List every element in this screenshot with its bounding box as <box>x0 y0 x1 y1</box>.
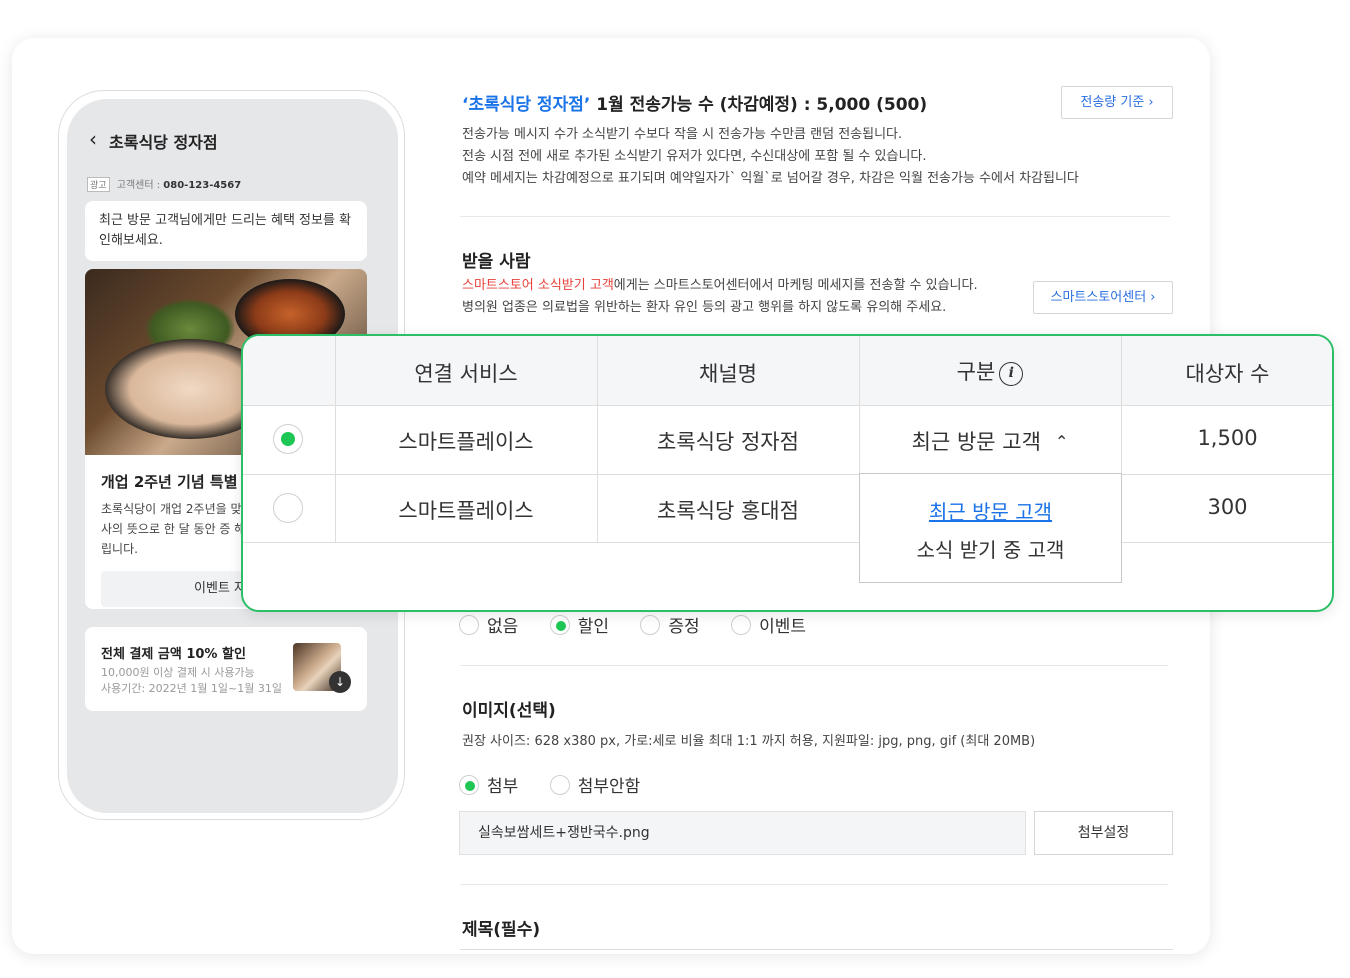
message-bubble: 최근 방문 고객님에게만 드리는 혜택 정보를 확인해보세요. <box>85 201 367 261</box>
benefit-option-gift[interactable]: 증정 <box>640 612 700 637</box>
recipients-description: 스마트스토어 소식받기 고객에게는 스마트스토어센터에서 마케팅 메세지를 전송… <box>462 275 978 319</box>
row-divider <box>243 542 1332 543</box>
header-service: 연결 서비스 <box>414 362 518 386</box>
chevron-up-icon: ⌃ <box>1054 432 1069 451</box>
type-dropdown: 최근 방문 고객 소식 받기 중 고객 <box>859 473 1122 583</box>
phone-header: ‹ 초록식당 정자점 <box>67 99 398 169</box>
radio-discount[interactable] <box>549 614 570 635</box>
info-icon[interactable]: i <box>999 362 1024 386</box>
store-name: ‘초록식당 정자점’ <box>462 95 591 115</box>
send-desc-2: 전송 시점 전에 새로 추가된 소식받기 유저가 있다면, 수신대상에 포함 될… <box>462 149 927 164</box>
smartstore-center-button[interactable]: 스마트스토어센터 › <box>1033 281 1173 314</box>
recipients-desc-1: 에게는 스마트스토어센터에서 마케팅 메세지를 전송할 수 있습니다. <box>613 278 978 293</box>
attach-option-yes[interactable]: 첨부 <box>459 772 518 797</box>
ad-phone: 080-123-4567 <box>163 180 242 191</box>
attach-option-no[interactable]: 첨부안함 <box>549 772 640 797</box>
send-desc-1: 전송가능 메시지 수가 소식받기 수보다 작을 시 전송가능 수만큼 랜덤 전송… <box>462 127 903 142</box>
type-select[interactable]: 최근 방문 고객 ⌃ <box>859 426 1121 456</box>
dropdown-option-recent[interactable]: 최근 방문 고객 <box>860 496 1121 525</box>
row-1-count: 1,500 <box>1197 426 1258 450</box>
row-divider <box>243 474 1332 475</box>
header-type-label: 구분 <box>956 360 996 384</box>
send-description: 전송가능 메시지 수가 소식받기 수보다 작을 시 전송가능 수만큼 랜덤 전송… <box>462 124 1079 190</box>
radio-event[interactable] <box>731 614 752 635</box>
attach-options: 첨부 첨부안함 <box>459 772 666 797</box>
coupon-title: 전체 결제 금액 10% 할인 <box>101 647 246 662</box>
divider <box>460 665 1168 666</box>
download-icon[interactable]: ↓ <box>329 671 351 693</box>
image-title: 이미지(선택) <box>462 701 556 721</box>
row-2-radio[interactable] <box>273 493 303 523</box>
divider <box>460 216 1170 217</box>
coupon-text: 10,000원 이상 결제 시 사용가능 사용기간: 2022년 1월 1일~1… <box>101 665 282 697</box>
radio-no-attach[interactable] <box>549 774 570 795</box>
row-2-service: 스마트플레이스 <box>398 499 534 523</box>
coupon-line-1: 10,000원 이상 결제 시 사용가능 <box>101 666 255 679</box>
coupon-card: 전체 결제 금액 10% 할인 10,000원 이상 결제 시 사용가능 사용기… <box>85 627 367 711</box>
phone-title: 초록식당 정자점 <box>109 133 218 152</box>
file-name-field[interactable]: 실속보쌈세트+쟁반국수.png <box>459 811 1026 855</box>
coupon-line-2: 사용기간: 2022년 1월 1일~1월 31일 <box>101 682 282 695</box>
header-channel: 채널명 <box>699 362 757 386</box>
radio-gift[interactable] <box>640 614 661 635</box>
image-description: 권장 사이즈: 628 x380 px, 가로:세로 비율 최대 1:1 까지 … <box>462 734 1036 749</box>
back-icon[interactable]: ‹ <box>89 127 97 151</box>
type-select-value: 최근 방문 고객 <box>911 430 1041 454</box>
benefit-option-none[interactable]: 없음 <box>459 612 518 637</box>
recipients-desc-2: 병의원 업종은 의료법을 위반하는 환자 유인 등의 광고 행위를 하지 않도록… <box>462 300 947 315</box>
header-type: 구분 i <box>859 356 1121 386</box>
attach-settings-button[interactable]: 첨부설정 <box>1034 811 1173 855</box>
recipient-table-popup: 연결 서비스 채널명 구분 i 대상자 수 스마트플레이스 초록식당 정자점 최근… <box>241 334 1334 612</box>
dropdown-option-subscribers[interactable]: 소식 받기 중 고객 <box>860 534 1121 563</box>
row-2-count: 300 <box>1207 495 1248 519</box>
row-1-radio[interactable] <box>273 424 303 454</box>
benefit-options: 없음 할인 증정 이벤트 <box>459 612 832 637</box>
benefit-option-discount[interactable]: 할인 <box>549 612 609 637</box>
smartstore-subscribers-link: 스마트스토어 소식받기 고객 <box>462 278 614 293</box>
ad-tag: 광고 <box>87 177 110 192</box>
subject-input-top <box>460 949 1173 950</box>
row-1-channel: 초록식당 정자점 <box>657 430 799 454</box>
recipients-title: 받을 사람 <box>462 252 531 272</box>
ad-center-label: 고객센터 : <box>116 180 161 191</box>
send-basis-button[interactable]: 전송량 기준 › <box>1061 86 1173 119</box>
radio-none[interactable] <box>459 614 479 635</box>
send-desc-3: 예약 메세지는 차감예정으로 표기되며 예약일자가` 익월`로 넘어갈 경우, … <box>462 171 1079 186</box>
row-1-service: 스마트플레이스 <box>398 430 534 454</box>
event-card-title: 개업 2주년 기념 특별 <box>101 473 238 491</box>
event-card-text: 초록식당이 개업 2주년을 맞 감사의 뜻으로 한 달 동안 증 해드립니다. <box>101 502 257 556</box>
ad-line: 광고 고객센터 : 080-123-4567 <box>87 176 241 192</box>
subject-title: 제목(필수) <box>462 920 541 940</box>
send-count-text: 1월 전송가능 수 (차감예정) : 5,000 (500) <box>590 95 928 115</box>
row-2-channel: 초록식당 홍대점 <box>657 499 799 523</box>
divider <box>460 884 1168 885</box>
send-count-title: ‘초록식당 정자점’ 1월 전송가능 수 (차감예정) : 5,000 (500… <box>462 90 927 115</box>
benefit-option-event[interactable]: 이벤트 <box>731 612 806 637</box>
radio-attach[interactable] <box>459 774 479 795</box>
header-count: 대상자 수 <box>1185 362 1270 386</box>
